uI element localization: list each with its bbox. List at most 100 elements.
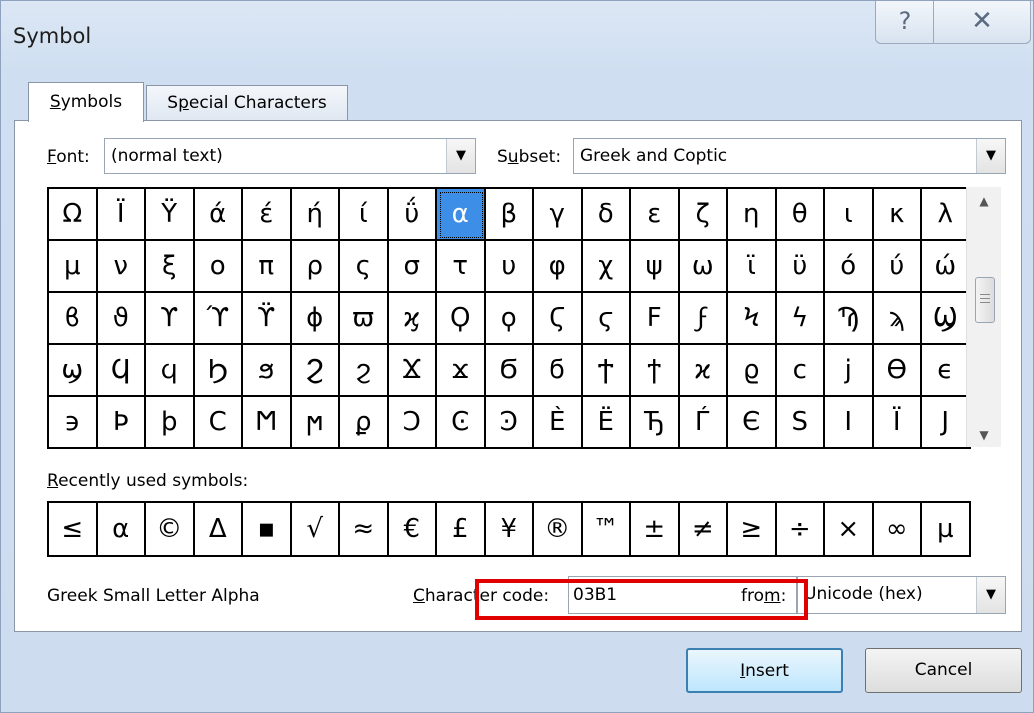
symbol-cell[interactable]: ϭ <box>534 345 583 397</box>
recent-symbol-cell[interactable]: √ <box>291 503 340 557</box>
symbol-cell[interactable]: Ѓ <box>679 397 728 449</box>
symbol-cell[interactable]: ϥ <box>146 345 195 397</box>
symbol-cell[interactable]: Ђ <box>631 397 680 449</box>
symbol-cell[interactable]: ζ <box>679 189 728 241</box>
symbol-cell[interactable]: ρ <box>291 241 340 293</box>
symbol-cell[interactable]: ϩ <box>340 345 389 397</box>
symbol-cell[interactable]: χ <box>582 241 631 293</box>
symbol-cell[interactable]: ί <box>340 189 389 241</box>
symbol-cell[interactable]: δ <box>582 189 631 241</box>
symbol-cell[interactable]: έ <box>243 189 292 241</box>
recent-symbol-cell[interactable]: ▪ <box>243 503 292 557</box>
symbol-cell[interactable]: ϧ <box>243 345 292 397</box>
symbol-cell[interactable]: Ϩ <box>291 345 340 397</box>
symbol-cell[interactable]: Ѐ <box>534 397 583 449</box>
symbol-cell[interactable]: Ϥ <box>97 345 146 397</box>
recent-symbol-cell[interactable]: × <box>825 503 874 557</box>
symbol-cell[interactable]: θ <box>776 189 825 241</box>
symbol-cell[interactable]: Ϸ <box>97 397 146 449</box>
symbol-cell[interactable]: ψ <box>631 241 680 293</box>
symbol-cell[interactable]: β <box>485 189 534 241</box>
symbol-cell[interactable]: Ͽ <box>485 397 534 449</box>
recent-symbol-cell[interactable]: ™ <box>582 503 631 557</box>
symbol-cell[interactable]: γ <box>534 189 583 241</box>
symbol-cell[interactable]: ϼ <box>340 397 389 449</box>
symbol-cell[interactable]: Ϧ <box>194 345 243 397</box>
symbol-cell[interactable]: ϣ <box>49 345 98 397</box>
symbol-cell[interactable]: ϕ <box>291 293 340 345</box>
scrollbar-thumb[interactable] <box>975 277 995 323</box>
symbol-cell[interactable]: ϫ <box>437 345 486 397</box>
symbol-cell[interactable]: ΰ <box>388 189 437 241</box>
symbol-cell[interactable]: ς <box>340 241 389 293</box>
symbol-cell[interactable]: Ͼ <box>437 397 486 449</box>
symbol-cell[interactable]: Ϲ <box>194 397 243 449</box>
symbol-cell[interactable]: υ <box>485 241 534 293</box>
recent-symbol-cell[interactable]: µ <box>922 503 971 557</box>
symbol-cell[interactable]: Ϝ <box>631 293 680 345</box>
recent-symbol-cell[interactable]: ¥ <box>485 503 534 557</box>
symbol-cell[interactable]: ϴ <box>873 345 922 397</box>
symbol-cell[interactable]: ά <box>194 189 243 241</box>
symbol-cell[interactable]: η <box>728 189 777 241</box>
symbol-cell[interactable]: ο <box>194 241 243 293</box>
tab-symbols[interactable]: Symbols <box>28 82 144 122</box>
symbol-cell[interactable]: Ј <box>922 397 971 449</box>
symbol-cell[interactable]: ϳ <box>825 345 874 397</box>
help-button[interactable]: ? <box>875 1 935 44</box>
symbol-cell[interactable]: ύ <box>873 241 922 293</box>
cancel-button[interactable]: Cancel <box>865 648 1022 693</box>
symbol-cell[interactable]: ϸ <box>146 397 195 449</box>
chevron-down-icon[interactable]: ▼ <box>446 139 475 173</box>
close-button[interactable]: ✕ <box>933 1 1031 44</box>
symbol-cell[interactable]: ε <box>631 189 680 241</box>
symbol-cell[interactable]: Ϙ <box>437 293 486 345</box>
symbol-cell[interactable]: ϐ <box>49 293 98 345</box>
symbol-cell[interactable]: π <box>243 241 292 293</box>
recent-symbol-cell[interactable]: ≈ <box>340 503 389 557</box>
chevron-down-icon[interactable]: ▼ <box>976 577 1005 613</box>
symbol-cell[interactable]: ϵ <box>922 345 971 397</box>
symbol-cell[interactable]: ϝ <box>679 293 728 345</box>
symbol-cell[interactable]: τ <box>437 241 486 293</box>
symbol-cell[interactable]: φ <box>534 241 583 293</box>
symbol-cell[interactable]: ϙ <box>485 293 534 345</box>
symbol-cell[interactable]: Ѕ <box>776 397 825 449</box>
recent-symbol-cell[interactable]: Δ <box>194 503 243 557</box>
symbol-grid-scrollbar[interactable]: ▲ ▼ <box>966 187 1001 447</box>
symbol-cell[interactable]: ϟ <box>776 293 825 345</box>
symbol-cell[interactable]: ϰ <box>679 345 728 397</box>
symbol-cell[interactable]: ϖ <box>340 293 389 345</box>
symbol-cell[interactable]: Ї <box>873 397 922 449</box>
symbol-cell[interactable]: ω <box>679 241 728 293</box>
symbol-cell[interactable]: ϻ <box>291 397 340 449</box>
symbol-cell[interactable]: Ω <box>49 189 98 241</box>
recent-symbol-cell[interactable]: ≤ <box>49 503 98 557</box>
symbol-cell[interactable]: ι <box>825 189 874 241</box>
subset-dropdown[interactable]: Greek and Coptic ▼ <box>573 138 1006 174</box>
symbol-cell[interactable]: ή <box>291 189 340 241</box>
recent-symbol-cell[interactable]: £ <box>437 503 486 557</box>
from-dropdown[interactable]: Unicode (hex) ▼ <box>797 576 1006 614</box>
symbol-cell[interactable]: Ϟ <box>728 293 777 345</box>
symbol-cell[interactable]: ϛ <box>582 293 631 345</box>
recent-symbol-cell[interactable]: € <box>388 503 437 557</box>
symbol-cell[interactable]: Ͻ <box>388 397 437 449</box>
symbol-cell[interactable]: ϔ <box>243 293 292 345</box>
recent-symbol-cell[interactable]: ≥ <box>728 503 777 557</box>
scroll-down-icon[interactable]: ▼ <box>967 425 1001 445</box>
symbol-cell[interactable]: ϊ <box>728 241 777 293</box>
symbol-cell[interactable]: Є <box>728 397 777 449</box>
symbol-cell[interactable]: α <box>437 189 486 241</box>
insert-button[interactable]: Insert <box>686 648 843 693</box>
recent-symbol-cell[interactable]: ± <box>631 503 680 557</box>
symbol-cell[interactable]: ϋ <box>776 241 825 293</box>
symbol-cell[interactable]: І <box>825 397 874 449</box>
symbol-cell[interactable]: Ё <box>582 397 631 449</box>
symbol-cell[interactable]: Ϣ <box>922 293 971 345</box>
recent-symbol-cell[interactable]: ≠ <box>679 503 728 557</box>
symbol-cell[interactable]: Ϊ <box>97 189 146 241</box>
symbol-cell[interactable]: μ <box>49 241 98 293</box>
recent-symbol-cell[interactable]: ® <box>534 503 583 557</box>
recent-symbol-cell[interactable]: ∞ <box>873 503 922 557</box>
